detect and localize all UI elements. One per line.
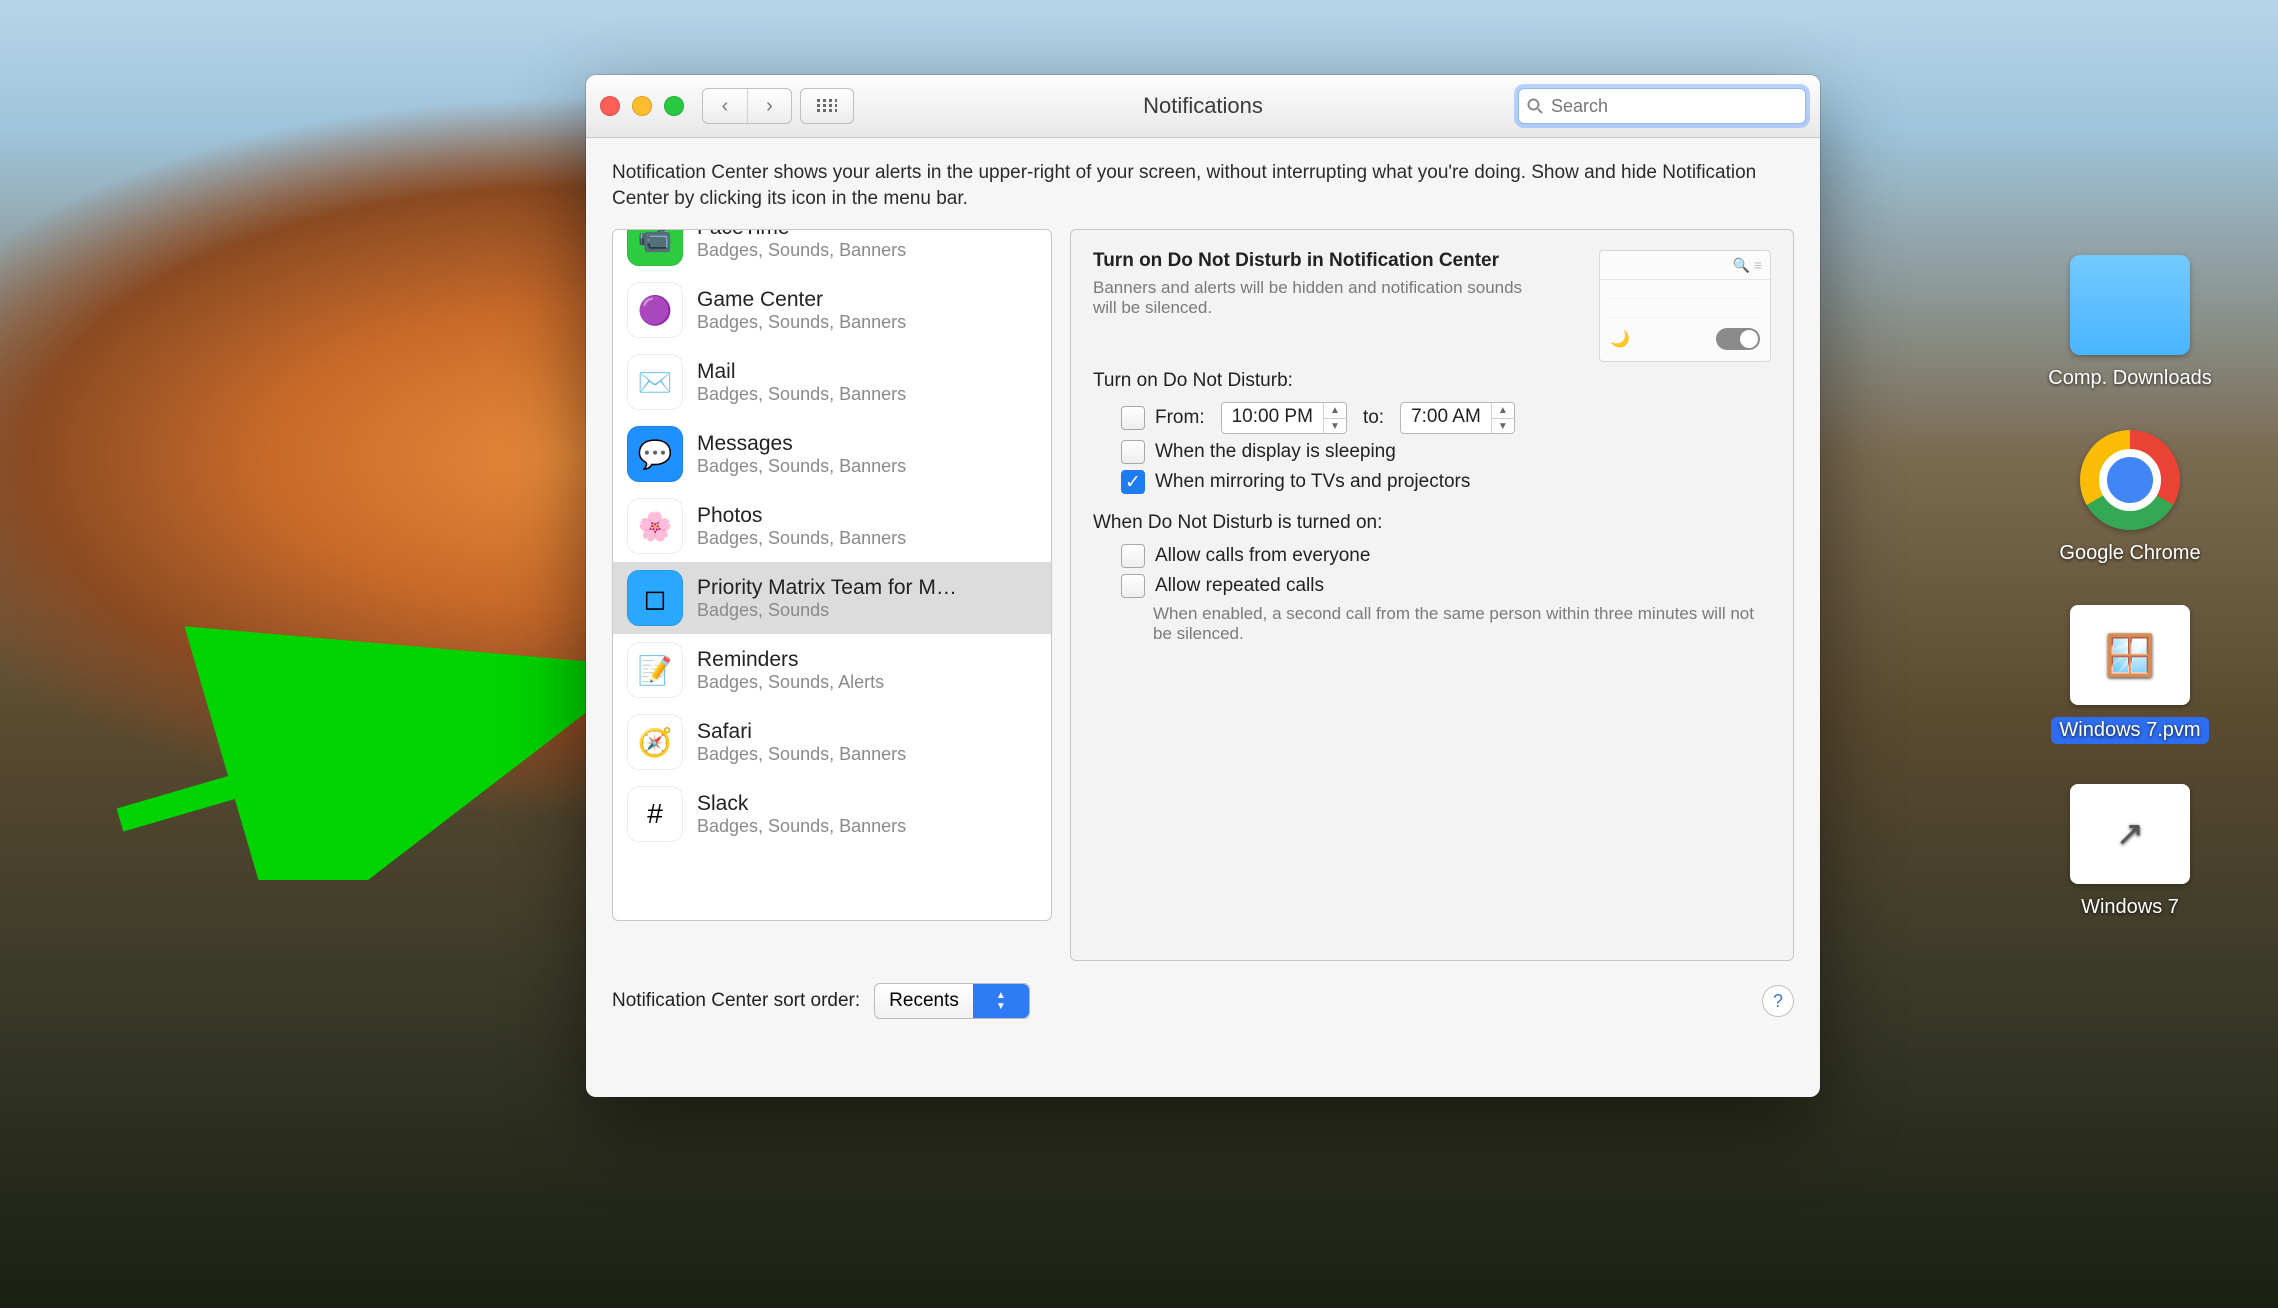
app-row[interactable]: 📝 RemindersBadges, Sounds, Alerts	[613, 634, 1051, 706]
desktop-icon[interactable]: 🪟 Windows 7.pvm	[2051, 605, 2208, 744]
from-time-stepper[interactable]: 10:00 PM ▲▼	[1221, 402, 1347, 434]
folder-icon	[2070, 255, 2190, 355]
app-subtitle: Badges, Sounds, Banners	[697, 456, 906, 477]
app-subtitle: Badges, Sounds, Banners	[697, 240, 906, 261]
app-subtitle: Badges, Sounds, Banners	[697, 744, 906, 765]
desktop-icon[interactable]: Comp. Downloads	[2048, 255, 2211, 390]
app-name: Mail	[697, 360, 906, 384]
dnd-panel: 🔍 ≡ 🌙 Turn on Do Not Disturb in Notifica…	[1070, 229, 1794, 961]
dnd-mirror-row[interactable]: ✓ When mirroring to TVs and projectors	[1121, 470, 1771, 494]
sort-order-label: Notification Center sort order:	[612, 990, 860, 1012]
mirror-checkbox[interactable]: ✓	[1121, 470, 1145, 494]
app-icon: 📹	[627, 229, 683, 266]
app-subtitle: Badges, Sounds, Banners	[697, 816, 906, 837]
desktop-background: ‹ › Notifications Notification Center	[0, 0, 2278, 1308]
app-subtitle: Badges, Sounds, Alerts	[697, 672, 884, 693]
desktop-icon-label: Comp. Downloads	[2048, 367, 2211, 390]
app-row[interactable]: 🟣 Game CenterBadges, Sounds, Banners	[613, 274, 1051, 346]
from-label: From:	[1155, 407, 1205, 429]
dnd-when-on-section: When Do Not Disturb is turned on:	[1093, 512, 1771, 534]
app-icon: ◻	[627, 570, 683, 626]
description-text: Notification Center shows your alerts in…	[612, 160, 1794, 211]
allow-repeat-checkbox[interactable]	[1121, 574, 1145, 598]
minimize-button[interactable]	[632, 96, 652, 116]
desktop-icon[interactable]: Google Chrome	[2059, 430, 2200, 565]
app-name: Photos	[697, 504, 906, 528]
app-icon: 🟣	[627, 282, 683, 338]
app-row[interactable]: 💬 MessagesBadges, Sounds, Banners	[613, 418, 1051, 490]
chrome-icon	[2080, 430, 2180, 530]
repeat-help: When enabled, a second call from the sam…	[1153, 604, 1771, 644]
traffic-lights	[600, 96, 684, 116]
allow-all-row[interactable]: Allow calls from everyone	[1121, 544, 1771, 568]
dnd-turn-on-section: Turn on Do Not Disturb:	[1093, 370, 1771, 392]
app-subtitle: Badges, Sounds, Banners	[697, 312, 906, 333]
search-input[interactable]	[1549, 95, 1797, 118]
app-row[interactable]: ◻ Priority Matrix Team for M…Badges, Soun…	[613, 562, 1051, 634]
dnd-schedule-row: From: 10:00 PM ▲▼ to: 7:00 AM ▲▼	[1121, 402, 1771, 434]
chevron-up-icon[interactable]: ▲	[1492, 403, 1514, 419]
to-label: to:	[1363, 407, 1384, 429]
notifications-window: ‹ › Notifications Notification Center	[586, 75, 1820, 1097]
dnd-help: Banners and alerts will be hidden and no…	[1093, 278, 1523, 318]
titlebar: ‹ › Notifications	[586, 75, 1820, 138]
app-name: Slack	[697, 792, 906, 816]
app-name: FaceTime	[697, 229, 906, 240]
back-button[interactable]: ‹	[703, 89, 747, 123]
app-icon: 🌸	[627, 498, 683, 554]
app-row[interactable]: ✉️ MailBadges, Sounds, Banners	[613, 346, 1051, 418]
app-subtitle: Badges, Sounds, Banners	[697, 528, 906, 549]
to-time-stepper[interactable]: 7:00 AM ▲▼	[1400, 402, 1515, 434]
dnd-sleep-row[interactable]: When the display is sleeping	[1121, 440, 1771, 464]
app-icon: 💬	[627, 426, 683, 482]
app-row[interactable]: # SlackBadges, Sounds, Banners	[613, 778, 1051, 850]
search-icon: 🔍 ≡	[1733, 257, 1763, 274]
zoom-button[interactable]	[664, 96, 684, 116]
search-field[interactable]	[1518, 88, 1806, 124]
sleep-checkbox[interactable]	[1121, 440, 1145, 464]
close-button[interactable]	[600, 96, 620, 116]
search-icon	[1527, 98, 1543, 114]
desktop-icon-label: Windows 7.pvm	[2051, 717, 2208, 744]
app-list[interactable]: 📹FaceTimeBadges, Sounds, Banners🟣Game Ce…	[612, 229, 1052, 921]
app-icon: 📝	[627, 642, 683, 698]
chevron-down-icon[interactable]: ▼	[1324, 419, 1346, 434]
help-button[interactable]: ?	[1762, 985, 1794, 1017]
desktop-icon-label: Google Chrome	[2059, 542, 2200, 565]
chevron-up-icon[interactable]: ▲	[1324, 403, 1346, 419]
app-icon: ✉️	[627, 354, 683, 410]
pvm-icon: 🪟	[2070, 605, 2190, 705]
desktop-icon[interactable]: ↗ Windows 7	[2070, 784, 2190, 919]
nav-back-forward: ‹ ›	[702, 88, 792, 124]
app-row[interactable]: 🧭 SafariBadges, Sounds, Banners	[613, 706, 1051, 778]
app-row[interactable]: 📹 FaceTimeBadges, Sounds, Banners	[613, 229, 1051, 274]
app-name: Reminders	[697, 648, 884, 672]
app-name: Priority Matrix Team for M…	[697, 576, 957, 600]
footer: Notification Center sort order: Recents …	[612, 983, 1794, 1019]
app-subtitle: Badges, Sounds, Banners	[697, 384, 906, 405]
app-icon: 🧭	[627, 714, 683, 770]
allow-repeat-row[interactable]: Allow repeated calls	[1121, 574, 1771, 598]
allow-all-checkbox[interactable]	[1121, 544, 1145, 568]
app-name: Safari	[697, 720, 906, 744]
annotation-arrow	[110, 620, 640, 880]
dnd-illustration: 🔍 ≡ 🌙	[1599, 250, 1771, 362]
select-arrows-icon: ▲▼	[973, 984, 1029, 1018]
app-name: Messages	[697, 432, 906, 456]
app-name: Game Center	[697, 288, 906, 312]
forward-button[interactable]: ›	[747, 89, 791, 123]
desktop-icon-label: Windows 7	[2081, 896, 2179, 919]
file-icon: ↗	[2070, 784, 2190, 884]
chevron-down-icon[interactable]: ▼	[1492, 419, 1514, 434]
show-all-button[interactable]	[800, 88, 854, 124]
app-icon: #	[627, 786, 683, 842]
app-row[interactable]: 🌸 PhotosBadges, Sounds, Banners	[613, 490, 1051, 562]
sort-order-select[interactable]: Recents ▲▼	[874, 983, 1030, 1019]
moon-icon: 🌙	[1610, 329, 1630, 349]
desktop-icons: Comp. Downloads Google Chrome 🪟 Windows 7.p…	[2020, 255, 2240, 919]
schedule-checkbox[interactable]	[1121, 406, 1145, 430]
toggle-icon	[1716, 328, 1760, 350]
app-subtitle: Badges, Sounds	[697, 600, 957, 621]
grid-icon	[801, 89, 853, 123]
